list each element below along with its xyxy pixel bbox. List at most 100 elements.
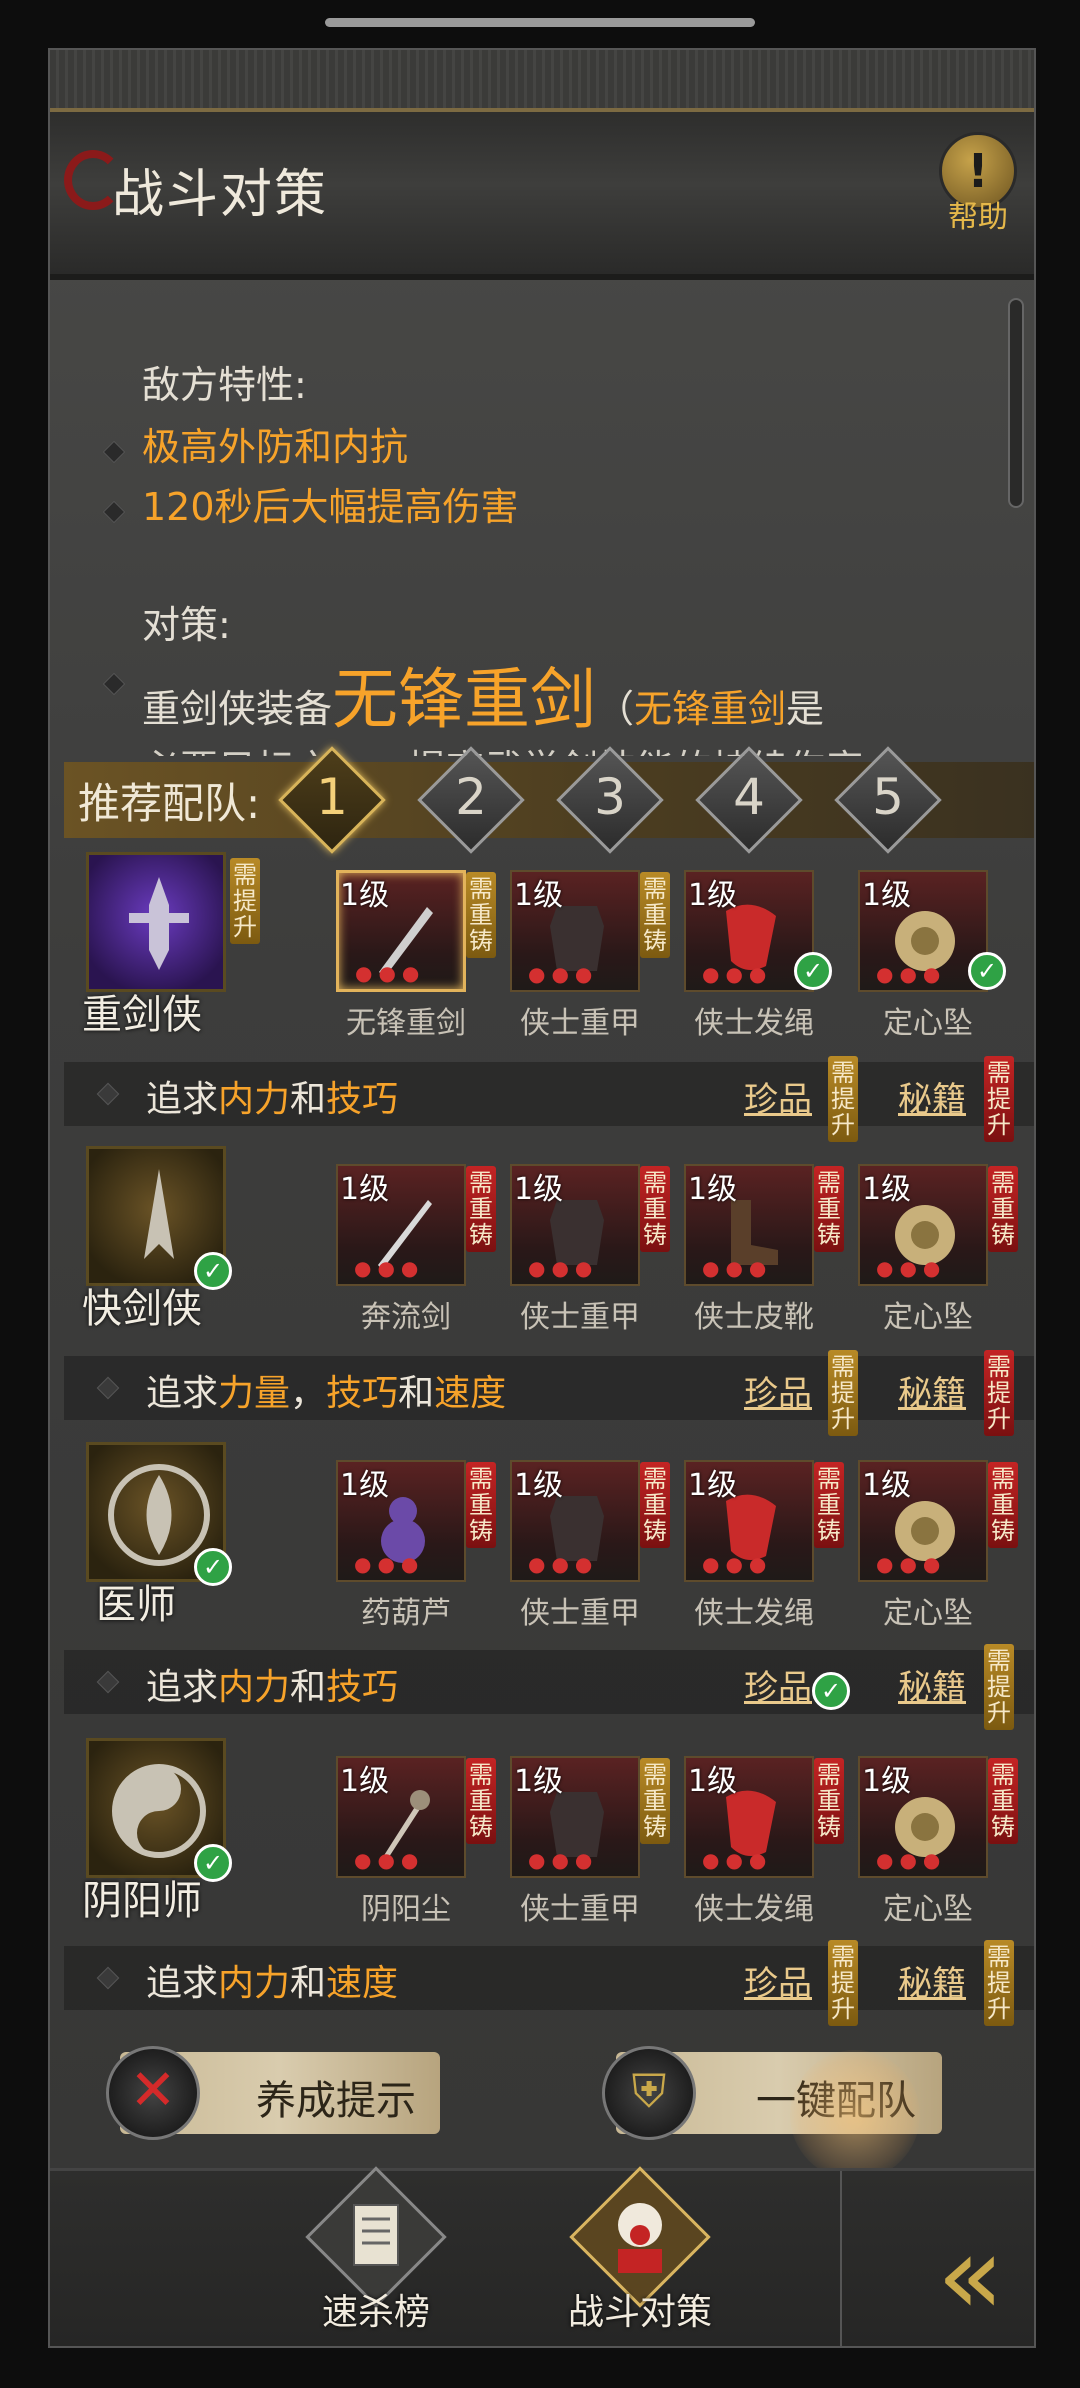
equip-slot-weapon[interactable]: ●●● 1级 阴阳尘 — [336, 1756, 466, 1927]
need-recast-tag: 需重铸 — [466, 1166, 496, 1252]
help-label: 帮助 — [948, 200, 1008, 235]
equip-slot-weapon[interactable]: ●●● 1级 奔流剑 — [336, 1164, 466, 1335]
bottom-nav: 速杀榜 战斗对策 « — [50, 2166, 1034, 2346]
equip-slot-armor[interactable]: ●●● 1级 侠士重甲 — [510, 1756, 640, 1927]
team-tab-2[interactable]: 2 — [417, 746, 525, 854]
check-icon: ✓ — [812, 1672, 850, 1710]
battle-strategy-panel: 战斗对策 ! 帮助 敌方特性: 极高外防和内抗 120秒后大幅提高伤害 对策: … — [48, 48, 1036, 2348]
pursuit-row-4: 追求内力和速度 珍品 需提升 秘籍 需提升 — [64, 1940, 1034, 2026]
collapse-double-chevron-icon[interactable]: « — [937, 2211, 1004, 2339]
treasure-link[interactable]: 珍品 — [744, 1956, 812, 2005]
strategy-info-scroll[interactable]: 敌方特性: 极高外防和内抗 120秒后大幅提高伤害 对策: 重剑侠装备无锋重剑（… — [50, 286, 1010, 756]
need-recast-tag: 需重铸 — [640, 1758, 670, 1844]
treasure-link[interactable]: 珍品 — [744, 1366, 812, 1415]
need-recast-tag: 需重铸 — [640, 1166, 670, 1252]
equip-slot-hair[interactable]: ●●● 1级 侠士发绳 — [684, 1756, 814, 1927]
need-recast-tag: 需重铸 — [814, 1166, 844, 1252]
sword-class-icon — [129, 877, 189, 970]
heavy-sword-portrait[interactable] — [86, 852, 226, 992]
pursuit-row-3: 追求内力和技巧 珍品 ✓ 秘籍 需提升 — [64, 1644, 1034, 1730]
strategy-label: 对策: — [142, 603, 231, 647]
scroll-icon — [353, 2204, 399, 2266]
bullet-icon — [102, 440, 126, 464]
header: 战斗对策 ! 帮助 — [50, 50, 1034, 280]
need-recast-tag: 需重铸 — [988, 1166, 1018, 1252]
need-upgrade-tag: 需提升 — [984, 1644, 1014, 1730]
strategy-line: 重剑侠装备无锋重剑（无锋重剑是 — [142, 661, 825, 738]
training-hint-button[interactable]: ✕ 养成提示 — [106, 2046, 440, 2140]
need-recast-tag: 需重铸 — [466, 872, 496, 958]
nav-speedkill[interactable]: 速杀榜 — [286, 2166, 466, 2346]
need-recast-tag: 需重铸 — [814, 1462, 844, 1548]
character-name: 重剑侠 — [82, 992, 202, 1038]
check-icon: ✓ — [794, 952, 832, 990]
nav-divider — [840, 2171, 842, 2346]
need-upgrade-tag: 需提升 — [828, 1940, 858, 2026]
equip-slot-pendant[interactable]: ●●● 1级 定心坠 — [858, 1460, 988, 1631]
equip-slot-weapon[interactable]: ●●● 1级 药葫芦 — [336, 1460, 466, 1631]
equip-slot-weapon[interactable]: ●●● 1级 无锋重剑 — [336, 870, 466, 1041]
help-button[interactable]: ! 帮助 — [928, 132, 1028, 242]
tap-hint-glow — [790, 2050, 920, 2180]
strategy-weapon-highlight: 无锋重剑 — [332, 661, 597, 738]
equip-slot-boots[interactable]: ●●● 1级 侠士皮靴 — [684, 1164, 814, 1335]
check-icon: ✓ — [968, 952, 1006, 990]
manual-link[interactable]: 秘籍 — [898, 1366, 966, 1415]
team-tab-1[interactable]: 1 — [278, 746, 386, 854]
info-scrollbar[interactable] — [1008, 298, 1024, 508]
need-recast-tag: 需重铸 — [988, 1758, 1018, 1844]
treasure-link[interactable]: 珍品 — [744, 1072, 812, 1121]
equip-slot-pendant[interactable]: ●●● 1级 定心坠 — [858, 1164, 988, 1335]
shield-sword-icon: ⛨ — [602, 2046, 696, 2140]
equip-slot-armor[interactable]: ●●● 1级 侠士重甲 — [510, 1460, 640, 1631]
need-upgrade-tag: 需提升 — [230, 858, 260, 944]
treasure-link[interactable]: 珍品 — [744, 1660, 812, 1709]
equip-slot-hair[interactable]: ●●● 1级 侠士发绳 ✓ — [684, 870, 832, 1041]
character-name: 快剑侠 — [82, 1286, 202, 1332]
nav-battle-strategy[interactable]: 战斗对策 — [550, 2166, 730, 2346]
team-label: 推荐配队: — [78, 779, 261, 828]
team-tab-4[interactable]: 4 — [695, 746, 803, 854]
character-row-heavy-sword: 需提升 重剑侠 ●●● 1级 无锋重剑 需重铸 ●●● 1级 侠士重甲 需重铸 … — [64, 852, 1034, 1052]
character-name: 阴阳师 — [82, 1878, 202, 1924]
check-icon: ✓ — [194, 1548, 232, 1586]
equip-slot-armor[interactable]: ●●● 1级 侠士重甲 — [510, 1164, 640, 1335]
need-recast-tag: 需重铸 — [466, 1758, 496, 1844]
need-upgrade-tag: 需提升 — [828, 1350, 858, 1436]
manual-link[interactable]: 秘籍 — [898, 1660, 966, 1709]
enemy-traits-label: 敌方特性: — [142, 363, 307, 407]
page-title: 战斗对策 — [112, 165, 329, 225]
status-bar-pill — [325, 18, 755, 27]
need-recast-tag: 需重铸 — [640, 1462, 670, 1548]
enemy-trait-1: 极高外防和内抗 — [142, 425, 409, 469]
need-upgrade-tag: 需提升 — [984, 1940, 1014, 2026]
equip-slot-pendant[interactable]: ●●● 1级 定心坠 — [858, 1756, 988, 1927]
team-tab-3[interactable]: 3 — [556, 746, 664, 854]
need-recast-tag: 需重铸 — [640, 872, 670, 958]
pursuit-row-2: 追求力量，技巧和速度 珍品 需提升 秘籍 需提升 — [64, 1350, 1034, 1436]
pursuit-row-1: 追求内力和技巧 珍品 需提升 秘籍 需提升 — [64, 1056, 1034, 1142]
character-row-yinyang: ✓ 阴阳师 ●●● 1级 阴阳尘 需重铸 ●●● 1级 侠士重甲 需重铸 ●●●… — [64, 1738, 1034, 1938]
equip-slot-hair[interactable]: ●●● 1级 侠士发绳 — [684, 1460, 814, 1631]
enemy-trait-2: 120秒后大幅提高伤害 — [142, 485, 519, 529]
equip-slot-armor[interactable]: ●●● 1级 侠士重甲 — [510, 870, 640, 1041]
manual-link[interactable]: 秘籍 — [898, 1072, 966, 1121]
team-tab-5[interactable]: 5 — [834, 746, 942, 854]
need-recast-tag: 需重铸 — [988, 1462, 1018, 1548]
bullet-icon — [102, 672, 126, 696]
header-decor-band — [50, 50, 1034, 112]
need-recast-tag: 需重铸 — [814, 1758, 844, 1844]
need-recast-tag: 需重铸 — [466, 1462, 496, 1548]
need-upgrade-tag: 需提升 — [828, 1056, 858, 1142]
character-row-doctor: ✓ 医师 ●●● 1级 药葫芦 需重铸 ●●● 1级 侠士重甲 需重铸 ●●● … — [64, 1442, 1034, 1642]
team-tab-bar: 推荐配队: 1 2 3 4 5 — [64, 746, 1034, 854]
equip-slot-pendant[interactable]: ●●● 1级 定心坠 ✓ — [858, 870, 1006, 1041]
character-name: 医师 — [96, 1582, 176, 1628]
close-x-icon: ✕ — [106, 2046, 200, 2140]
need-upgrade-tag: 需提升 — [984, 1056, 1014, 1142]
warrior-avatar-icon — [618, 2203, 662, 2273]
character-row-fast-sword: ✓ 快剑侠 ●●● 1级 奔流剑 需重铸 ●●● 1级 侠士重甲 需重铸 ●●●… — [64, 1146, 1034, 1346]
need-upgrade-tag: 需提升 — [984, 1350, 1014, 1436]
manual-link[interactable]: 秘籍 — [898, 1956, 966, 2005]
bullet-icon — [102, 500, 126, 524]
